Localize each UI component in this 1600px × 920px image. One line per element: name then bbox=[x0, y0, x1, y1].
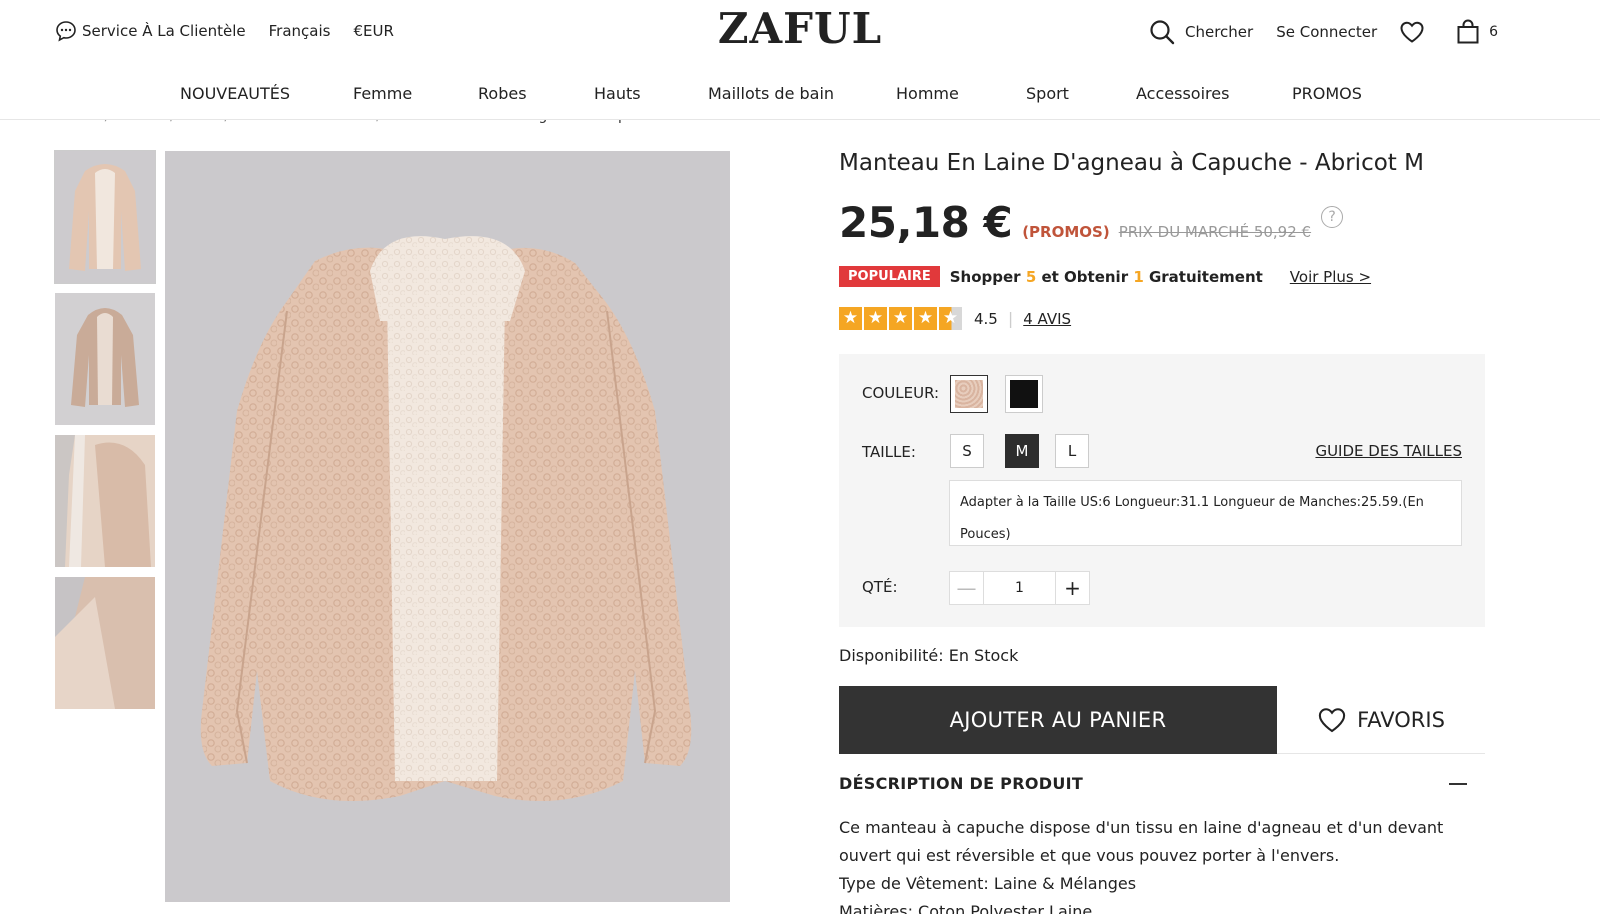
nav-item-promos[interactable]: PROMOS bbox=[1292, 84, 1362, 103]
top-bar-right: Chercher Se Connecter 6 bbox=[1148, 18, 1498, 46]
promotion-row: POPULAIRE Shopper 5 et Obtenir 1 Gratuit… bbox=[839, 266, 1371, 287]
size-option-m[interactable]: M bbox=[1005, 434, 1039, 468]
size-option-s[interactable]: S bbox=[950, 434, 984, 468]
size-guide-link[interactable]: GUIDE DES TAILLES bbox=[1315, 442, 1462, 460]
see-more-link[interactable]: Voir Plus > bbox=[1290, 268, 1371, 286]
star-rating: ★ ★ ★ ★ ★ bbox=[839, 307, 964, 330]
half-star-icon: ★ bbox=[939, 307, 962, 330]
market-price: PRIX DU MARCHÉ 50,92 € bbox=[1118, 223, 1312, 241]
favorites-label: FAVORIS bbox=[1357, 707, 1445, 732]
quantity-decrease-button[interactable]: — bbox=[950, 572, 984, 604]
star-icon: ★ bbox=[889, 307, 912, 330]
offer-number-buy: 5 bbox=[1025, 267, 1037, 286]
cart-count: 6 bbox=[1489, 24, 1499, 40]
login-link[interactable]: Se Connecter bbox=[1276, 23, 1377, 41]
main-product-image[interactable] bbox=[165, 151, 730, 902]
color-label: COULEUR: bbox=[862, 384, 940, 402]
rating-divider: | bbox=[1007, 309, 1014, 328]
nav-item-femme[interactable]: Femme bbox=[353, 84, 412, 103]
offer-text-1: Shopper bbox=[949, 267, 1026, 286]
availability-status: Disponibilité: En Stock bbox=[839, 646, 1019, 665]
current-price: 25,18 € bbox=[839, 198, 1013, 247]
help-icon[interactable]: ? bbox=[1321, 205, 1344, 228]
reviews-link[interactable]: 4 AVIS bbox=[1023, 310, 1071, 328]
price-row: 25,18 € (PROMOS) PRIX DU MARCHÉ 50,92 € … bbox=[839, 198, 1344, 247]
quantity-stepper: — 1 + bbox=[949, 571, 1090, 605]
favorites-button[interactable]: FAVORIS bbox=[1277, 686, 1485, 754]
nav-item-accessoires[interactable]: Accessoires bbox=[1136, 84, 1229, 103]
quantity-label: QTÉ: bbox=[862, 578, 898, 596]
description-header[interactable]: DÉSCRIPTION DE PRODUIT bbox=[839, 774, 1485, 793]
size-info-box: Adapter à la Taille US:6 Longueur:31.1 L… bbox=[949, 480, 1462, 546]
main-nav: NOUVEAUTÉS Femme Robes Hauts Maillots de… bbox=[0, 62, 1600, 120]
offer-text-3: Gratuitement bbox=[1143, 267, 1263, 286]
size-label: TAILLE: bbox=[862, 443, 916, 461]
collapse-minus-icon[interactable] bbox=[1449, 782, 1467, 785]
description-line: Ce manteau à capuche dispose d'un tissu … bbox=[839, 818, 1444, 865]
thumbnail-1[interactable] bbox=[54, 150, 156, 284]
description-body: Ce manteau à capuche dispose d'un tissu … bbox=[839, 814, 1489, 914]
promo-tag: (PROMOS) bbox=[1022, 223, 1110, 241]
color-swatch-apricot[interactable] bbox=[950, 375, 988, 413]
thumbnail-4[interactable] bbox=[55, 577, 155, 709]
nav-item-nouveautes[interactable]: NOUVEAUTÉS bbox=[180, 84, 290, 103]
search-icon[interactable] bbox=[1148, 18, 1176, 46]
star-icon: ★ bbox=[914, 307, 937, 330]
shopping-bag-icon[interactable] bbox=[1455, 19, 1481, 45]
star-icon: ★ bbox=[864, 307, 887, 330]
quantity-increase-button[interactable]: + bbox=[1055, 572, 1089, 604]
coat-front-thumbnail-image bbox=[55, 151, 155, 283]
description-line: Matières: Coton,Polyester,Laine bbox=[839, 902, 1093, 914]
nav-item-sport[interactable]: Sport bbox=[1026, 84, 1069, 103]
coat-side-thumbnail-image bbox=[55, 577, 155, 709]
coat-main-image bbox=[165, 151, 730, 902]
product-title: Manteau En Laine D'agneau à Capuche - Ab… bbox=[839, 150, 1424, 176]
nav-item-homme[interactable]: Homme bbox=[896, 84, 959, 103]
top-bar: Service À La Clientèle Français €EUR ZAF… bbox=[0, 0, 1600, 62]
thumbnail-3[interactable] bbox=[55, 435, 155, 567]
promotion-offer: Shopper 5 et Obtenir 1 Gratuitement bbox=[950, 268, 1263, 286]
star-icon: ★ bbox=[839, 307, 862, 330]
wishlist-heart-icon[interactable] bbox=[1399, 20, 1425, 44]
nav-item-robes[interactable]: Robes bbox=[478, 84, 527, 103]
coat-model-thumbnail-image bbox=[55, 293, 155, 425]
quantity-input[interactable]: 1 bbox=[984, 572, 1055, 604]
rating-row: ★ ★ ★ ★ ★ 4.5 | 4 AVIS bbox=[839, 307, 1071, 330]
search-link[interactable]: Chercher bbox=[1185, 23, 1253, 41]
offer-text-2: et Obtenir bbox=[1036, 267, 1134, 286]
black-swatch-fill bbox=[1010, 380, 1038, 408]
nav-item-hauts[interactable]: Hauts bbox=[594, 84, 641, 103]
description-line: Type de Vêtement: Laine & Mélanges bbox=[839, 874, 1137, 893]
nav-item-maillots[interactable]: Maillots de bain bbox=[708, 84, 834, 103]
coat-hood-thumbnail-image bbox=[55, 435, 155, 567]
offer-number-free: 1 bbox=[1133, 267, 1144, 286]
popular-badge: POPULAIRE bbox=[839, 266, 940, 287]
heart-icon bbox=[1318, 707, 1346, 732]
product-options-panel: COULEUR: TAILLE: S M L GUIDE DES TAILLES… bbox=[839, 354, 1485, 627]
size-option-l[interactable]: L bbox=[1055, 434, 1089, 468]
rating-value: 4.5 bbox=[974, 309, 998, 328]
apricot-swatch-fill bbox=[955, 380, 983, 408]
color-swatch-black[interactable] bbox=[1005, 375, 1043, 413]
add-to-cart-button[interactable]: AJOUTER AU PANIER bbox=[839, 686, 1277, 754]
thumbnail-2[interactable] bbox=[55, 293, 155, 425]
description-title: DÉSCRIPTION DE PRODUIT bbox=[839, 774, 1084, 793]
